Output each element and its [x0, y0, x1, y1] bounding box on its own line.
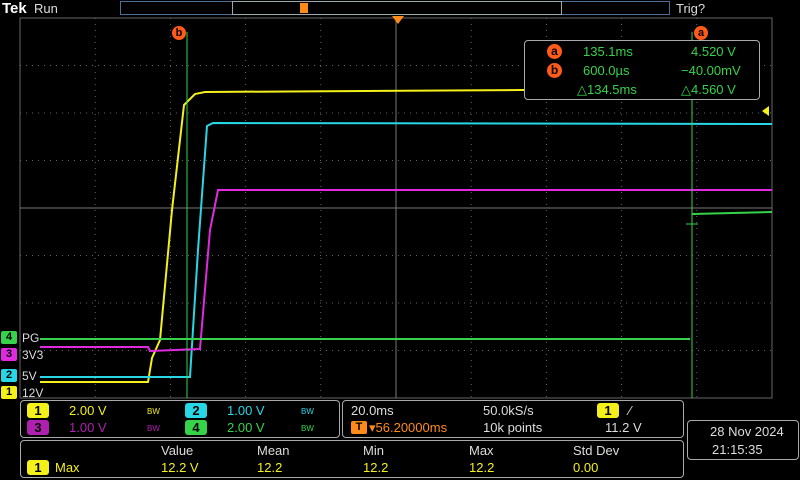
cursor-b-time: 600.0µs	[583, 63, 630, 78]
channel-scale-panel: 1 2.00 V BW 2 1.00 V BW 3 1.00 V BW 4 2.…	[20, 400, 340, 438]
time: 21:15:35	[712, 442, 763, 457]
meas-header-max: Max	[469, 443, 494, 458]
cursor-b-badge: b	[547, 63, 562, 78]
cursor-b-tag[interactable]: b	[172, 23, 186, 41]
trigger-position-tag: T	[351, 421, 367, 434]
waveform-ch3-3v3	[40, 189, 772, 353]
waveform-ch4-pg-high	[691, 211, 773, 215]
trigger-source: 1	[597, 403, 619, 418]
cursor-readout: a 135.1ms 4.520 V b 600.0µs −40.00mV △13…	[524, 40, 760, 100]
sample-rate: 50.0kS/s	[483, 403, 534, 418]
trigger-slope-icon: ⁄	[629, 403, 632, 418]
timebase-panel[interactable]: 20.0ms 50.0kS/s 1 ⁄ T ▾56.20000ms 10k po…	[342, 400, 684, 438]
meas-std: 0.00	[573, 460, 599, 475]
meas-min: 12.2	[363, 460, 389, 475]
meas-header-min: Min	[363, 443, 384, 458]
meas-header-value: Value	[161, 443, 194, 458]
cursor-a-time: 135.1ms	[583, 44, 633, 59]
datetime-panel: 28 Nov 2024 21:15:35	[687, 420, 799, 460]
cursor-b-volt: −40.00mV	[681, 63, 741, 78]
cursor-a-volt: 4.520 V	[691, 44, 736, 59]
record-length: 10k points	[483, 420, 543, 435]
measurement-panel[interactable]: Value Mean Min Max Std Dev 1 Max 12.2 V …	[20, 440, 684, 478]
measurement-row[interactable]: 1 Max 12.2 V 12.2 12.2 12.2 0.00	[21, 460, 685, 477]
cursor-a-badge: a	[547, 44, 562, 59]
meas-source: 1	[27, 460, 49, 475]
meas-header-stddev: Std Dev	[573, 443, 620, 458]
meas-max: 12.2	[469, 460, 495, 475]
channel-1-scale[interactable]: 1 2.00 V BW	[27, 403, 177, 419]
cursor-a-tag[interactable]: a	[694, 23, 708, 41]
trigger-level-icon[interactable]	[762, 106, 769, 116]
channel-3-scale[interactable]: 3 1.00 V BW	[27, 420, 177, 436]
waveform-traces	[40, 89, 773, 383]
meas-header-mean: Mean	[257, 443, 290, 458]
meas-type: Max	[55, 460, 80, 475]
date: 28 Nov 2024	[710, 424, 784, 439]
channel-4-scale[interactable]: 4 2.00 V BW	[185, 420, 335, 436]
trigger-position: ▾56.20000ms	[369, 420, 448, 435]
cursor-delta-volt: △4.560 V	[681, 82, 736, 97]
cursor-delta-time: △134.5ms	[577, 82, 637, 97]
time-per-div: 20.0ms	[351, 403, 394, 418]
meas-mean: 12.2	[257, 460, 283, 475]
trigger-level: 11.2 V	[605, 420, 642, 435]
channel-2-scale[interactable]: 2 1.00 V BW	[185, 403, 335, 419]
trigger-position-icon[interactable]	[392, 16, 404, 24]
meas-value: 12.2 V	[161, 460, 199, 475]
